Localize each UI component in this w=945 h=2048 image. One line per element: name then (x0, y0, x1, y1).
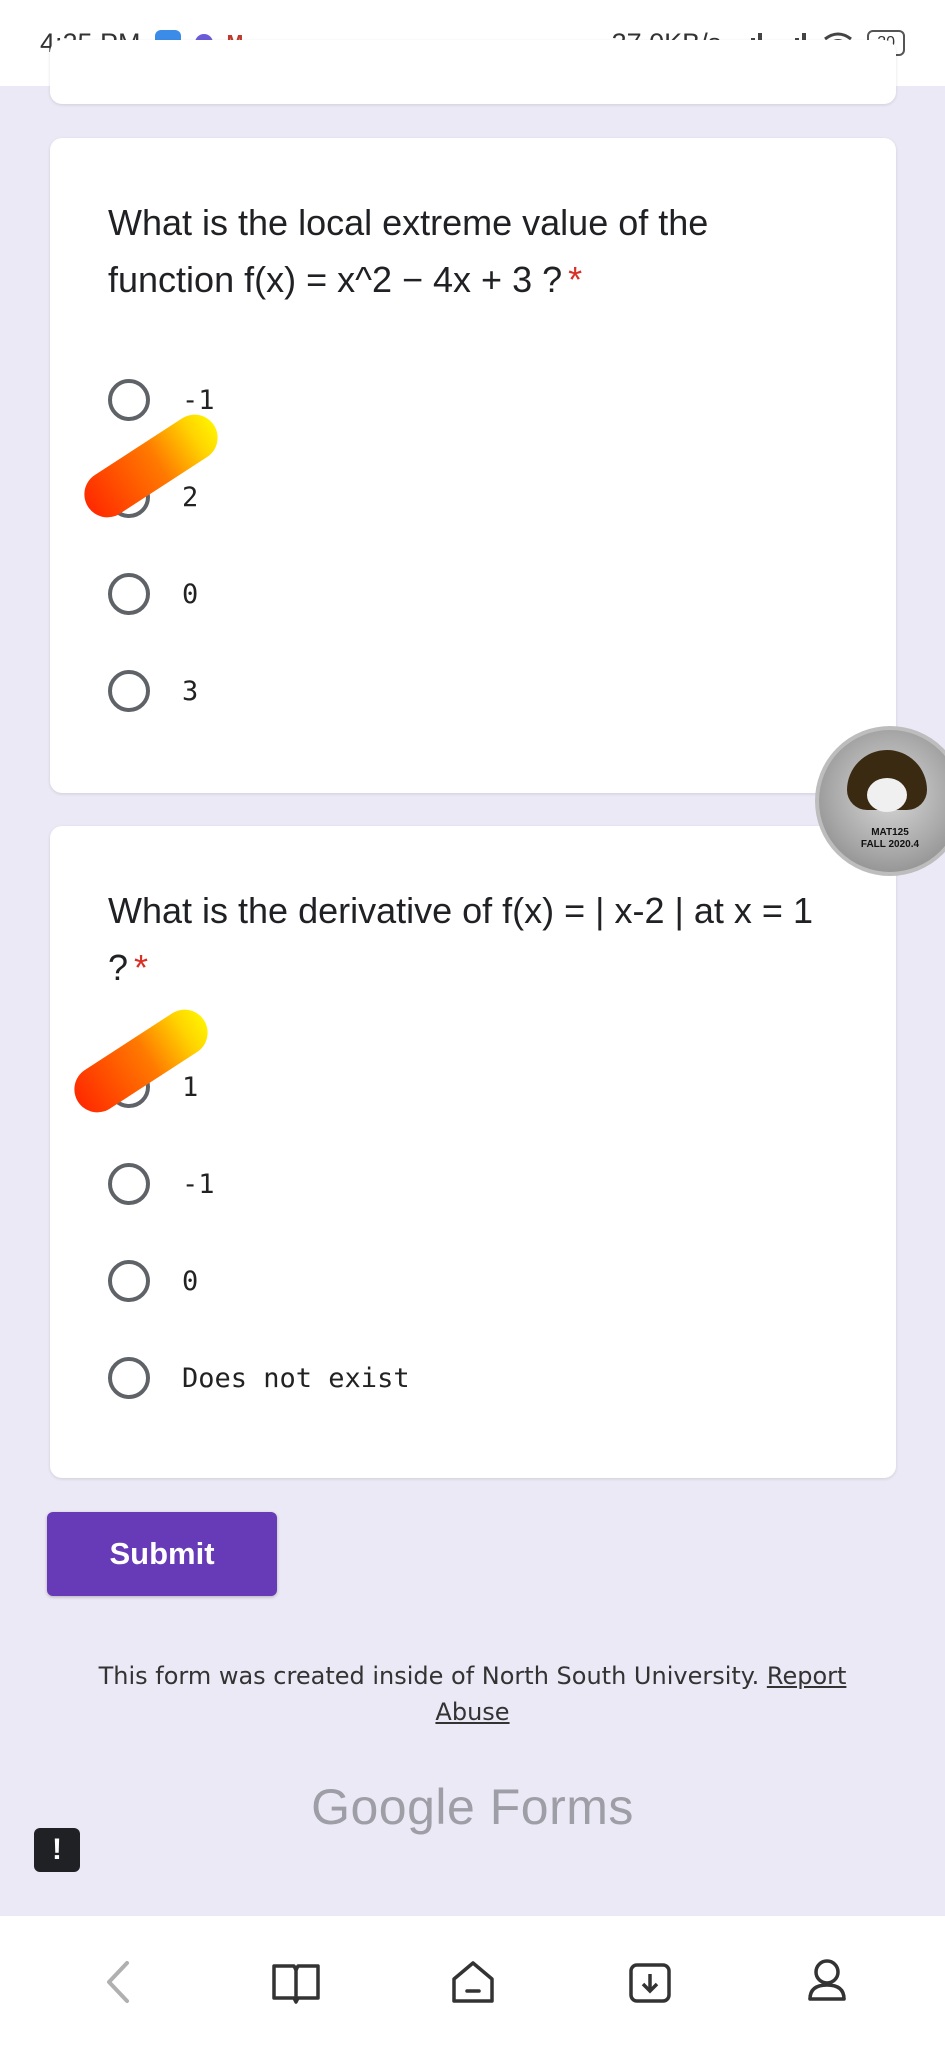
back-icon[interactable] (89, 1952, 149, 2012)
badge-text-2: FALL 2020.4 (860, 839, 920, 850)
option-label: 0 (182, 1265, 199, 1297)
option-label: 1 (182, 1071, 199, 1103)
previous-question-card (50, 40, 896, 104)
google-forms-logo[interactable]: Google Forms (0, 1778, 945, 1836)
radio-button[interactable] (108, 1260, 150, 1302)
bottom-nav-bar (0, 1916, 945, 2048)
book-icon[interactable] (266, 1952, 326, 2012)
option-radio[interactable]: 3 (108, 666, 198, 716)
required-asterisk: * (568, 259, 583, 300)
question-title: What is the derivative of f(x) = | x-2 |… (108, 890, 813, 988)
question-title: What is the local extreme value of the f… (108, 202, 709, 300)
radio-button[interactable] (108, 670, 150, 712)
option-label: 2 (182, 481, 199, 513)
report-alert-icon[interactable]: ! (34, 1828, 80, 1872)
option-label: 3 (182, 675, 199, 707)
skull-icon (867, 778, 907, 812)
option-radio[interactable]: -1 (108, 1159, 215, 1209)
option-radio[interactable]: Does not exist (108, 1353, 410, 1403)
option-radio[interactable]: 0 (108, 569, 198, 619)
required-asterisk: * (134, 947, 149, 988)
question-card-2: What is the derivative of f(x) = | x-2 |… (50, 826, 896, 1478)
home-icon[interactable] (443, 1952, 503, 2012)
footer-text: This form was created inside of North So… (98, 1662, 760, 1690)
radio-button[interactable] (108, 1163, 150, 1205)
footer-note: This form was created inside of North So… (80, 1658, 865, 1730)
option-label: -1 (182, 384, 215, 416)
profile-icon[interactable] (797, 1952, 857, 2012)
download-icon[interactable] (620, 1952, 680, 2012)
option-label: Does not exist (182, 1362, 410, 1394)
option-label: -1 (182, 1168, 215, 1200)
option-label: 0 (182, 578, 199, 610)
radio-button[interactable] (108, 1357, 150, 1399)
radio-button[interactable] (108, 573, 150, 615)
submit-button[interactable]: Submit (47, 1512, 277, 1596)
option-radio[interactable]: 0 (108, 1256, 198, 1306)
radio-button[interactable] (108, 379, 150, 421)
